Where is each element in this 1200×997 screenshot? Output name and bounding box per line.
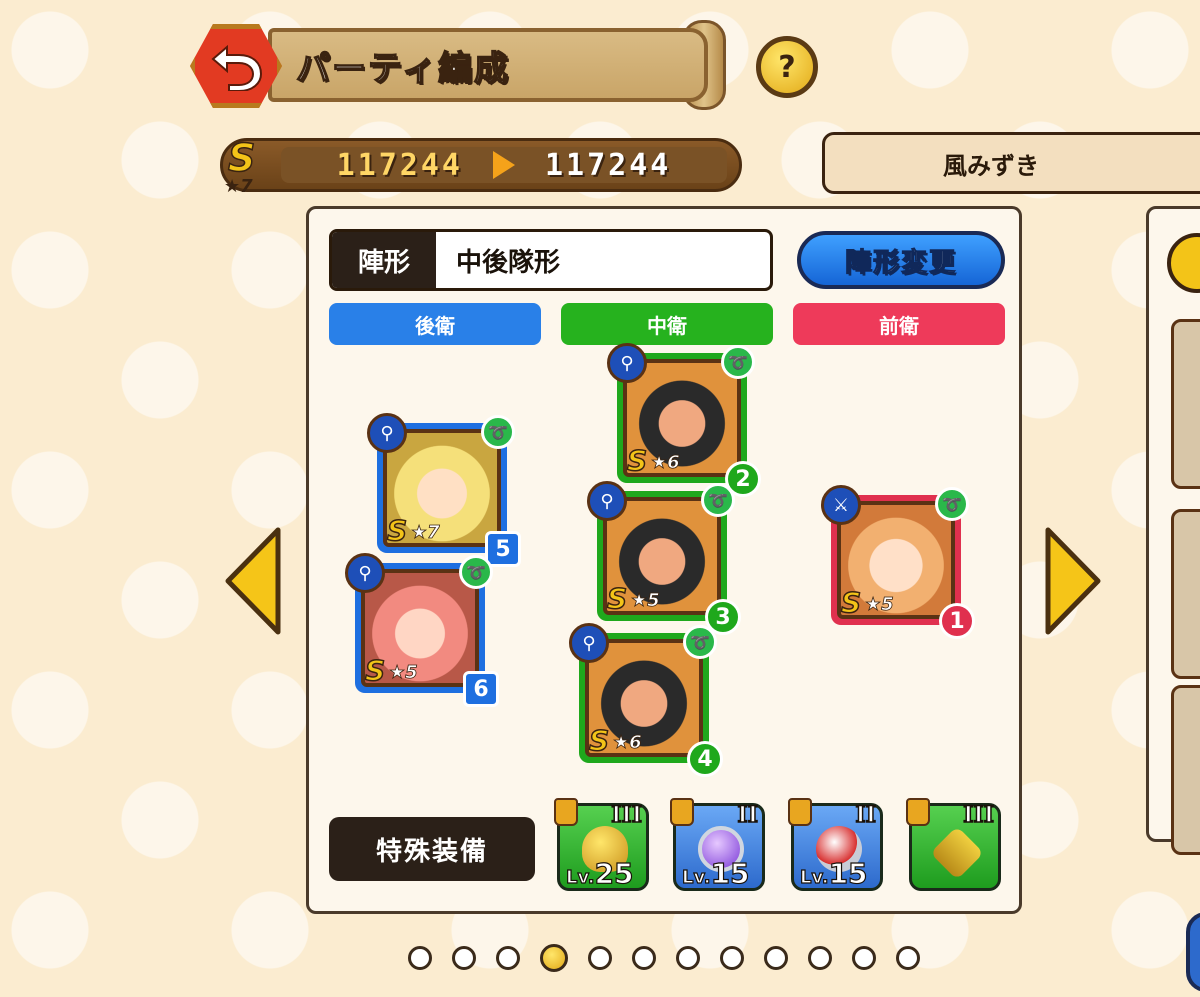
page-dot[interactable] bbox=[720, 946, 744, 970]
special-equipment-label: 特殊装備 bbox=[329, 817, 535, 881]
unit-card[interactable]: ⚲ ➰ S ★6 2 bbox=[607, 343, 761, 497]
party-rank-badge: S ★7 bbox=[224, 135, 274, 198]
equipment-level: Lv.25 bbox=[565, 856, 634, 890]
lock-icon bbox=[554, 798, 578, 826]
title-banner: パーティ編成 bbox=[268, 28, 708, 102]
unit-card[interactable]: ⚲ ➰ S ★7 5 bbox=[367, 413, 521, 567]
peek-unit-card bbox=[1171, 685, 1200, 855]
unit-rank: S bbox=[364, 653, 386, 688]
page-dot[interactable] bbox=[588, 946, 612, 970]
order-badge: 1 bbox=[939, 603, 975, 639]
user-name: 風みずき bbox=[943, 151, 1039, 180]
equipment-slot[interactable]: III bbox=[906, 798, 1001, 891]
page-dot[interactable] bbox=[408, 946, 432, 970]
lock-icon bbox=[906, 798, 930, 826]
party-panel: 陣形 中後隊形 陣形変更 後衛 中衛 前衛 ⚲ ➰ S ★7 5 ⚲ ➰ S ★… bbox=[306, 206, 1022, 914]
order-badge: 5 bbox=[485, 531, 521, 567]
unit-rank: S bbox=[606, 581, 628, 616]
unit-rank: S bbox=[840, 585, 862, 620]
equipment-grade: II bbox=[737, 801, 759, 829]
unit-stars: ★5 bbox=[389, 662, 418, 684]
party-power-bar: 117244 117244 bbox=[220, 138, 742, 192]
unit-rank: S bbox=[588, 723, 610, 758]
prev-page-arrow-icon[interactable] bbox=[222, 526, 282, 636]
staff-icon: ⚲ bbox=[367, 413, 407, 453]
unit-card[interactable]: ⚲ ➰ S ★5 6 bbox=[345, 553, 499, 707]
wind-icon: ➰ bbox=[721, 345, 755, 379]
wind-icon: ➰ bbox=[683, 625, 717, 659]
power-after: 117244 bbox=[545, 147, 672, 183]
lock-icon bbox=[670, 798, 694, 826]
order-badge: 4 bbox=[687, 741, 723, 777]
page-dot[interactable] bbox=[452, 946, 476, 970]
axe-icon: ⚔ bbox=[821, 485, 861, 525]
power-values: 117244 117244 bbox=[281, 147, 727, 183]
rank-stars: ★7 bbox=[224, 176, 253, 197]
page-dot[interactable] bbox=[632, 946, 656, 970]
unit-stars: ★5 bbox=[865, 594, 894, 616]
equipment-level: Lv.15 bbox=[681, 856, 750, 890]
equipment-grade: II bbox=[855, 801, 877, 829]
formation-row: 陣形 中後隊形 bbox=[329, 229, 773, 291]
next-party-panel-peek[interactable] bbox=[1146, 206, 1200, 855]
wind-icon: ➰ bbox=[701, 483, 735, 517]
user-name-box: 風みずき bbox=[822, 132, 1200, 194]
position-header-front: 前衛 bbox=[793, 303, 1005, 345]
pendant-icon bbox=[930, 826, 984, 880]
staff-icon: ⚲ bbox=[345, 553, 385, 593]
formation-label: 陣形 bbox=[332, 232, 436, 288]
equipment-grade: III bbox=[610, 801, 642, 829]
wind-icon: ➰ bbox=[459, 555, 493, 589]
unit-rank: S bbox=[626, 443, 648, 478]
equipment-slot[interactable]: II Lv.15 bbox=[788, 798, 883, 891]
peek-round-button bbox=[1167, 233, 1200, 293]
help-icon: ? bbox=[778, 49, 796, 85]
equipment-grade: III bbox=[962, 801, 994, 829]
page-dot[interactable] bbox=[808, 946, 832, 970]
equipment-slot[interactable]: II Lv.15 bbox=[670, 798, 765, 891]
page-dot[interactable] bbox=[496, 946, 520, 970]
unit-card[interactable]: ⚲ ➰ S ★6 4 bbox=[569, 623, 723, 777]
rank-letter: S bbox=[227, 135, 256, 181]
back-arrow-icon bbox=[211, 44, 263, 91]
equipment-slot[interactable]: III Lv.25 bbox=[554, 798, 649, 891]
power-before: 117244 bbox=[336, 147, 463, 183]
lock-icon bbox=[788, 798, 812, 826]
staff-icon: ⚲ bbox=[587, 481, 627, 521]
change-formation-button[interactable]: 陣形変更 bbox=[797, 231, 1005, 289]
staff-icon: ⚲ bbox=[569, 623, 609, 663]
page-indicator bbox=[408, 944, 920, 972]
page-title: パーティ編成 bbox=[295, 48, 510, 90]
formation-value: 中後隊形 bbox=[456, 247, 561, 278]
wind-icon: ➰ bbox=[481, 415, 515, 449]
position-header-back: 後衛 bbox=[329, 303, 541, 345]
unit-stars: ★5 bbox=[631, 590, 660, 612]
help-button[interactable]: ? bbox=[756, 36, 818, 98]
unit-card[interactable]: ⚲ ➰ S ★5 3 bbox=[587, 481, 741, 635]
unit-stars: ★7 bbox=[411, 522, 440, 544]
next-page-arrow-icon[interactable] bbox=[1044, 526, 1104, 636]
unit-card[interactable]: ⚔ ➰ S ★5 1 bbox=[821, 485, 975, 639]
peek-unit-card bbox=[1171, 319, 1200, 489]
corner-button-peek[interactable] bbox=[1186, 912, 1200, 992]
arrow-right-icon bbox=[493, 151, 515, 179]
wind-icon: ➰ bbox=[935, 487, 969, 521]
staff-icon: ⚲ bbox=[607, 343, 647, 383]
page-dot[interactable] bbox=[896, 946, 920, 970]
equipment-level: Lv.15 bbox=[799, 856, 868, 890]
position-header-middle: 中衛 bbox=[561, 303, 773, 345]
page-dot[interactable] bbox=[852, 946, 876, 970]
unit-stars: ★6 bbox=[613, 732, 642, 754]
page-dot[interactable] bbox=[676, 946, 700, 970]
unit-rank: S bbox=[386, 513, 408, 548]
unit-stars: ★6 bbox=[651, 452, 680, 474]
peek-unit-card bbox=[1171, 509, 1200, 679]
order-badge: 6 bbox=[463, 671, 499, 707]
page-dot-active[interactable] bbox=[540, 944, 568, 972]
page-dot[interactable] bbox=[764, 946, 788, 970]
